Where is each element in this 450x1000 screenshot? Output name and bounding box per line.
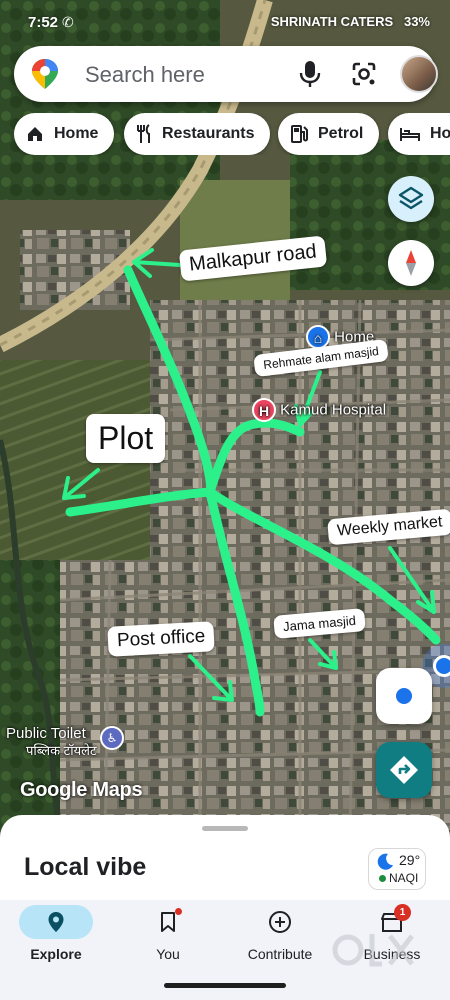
clock: 7:52 [28,14,59,31]
nav-you[interactable]: You [112,900,224,980]
gesture-home-bar[interactable] [164,983,286,988]
sheet-drag-handle[interactable] [202,826,248,831]
annotation-post-office: Post office [107,621,216,657]
chip-restaurants[interactable]: Restaurants [124,113,271,155]
olx-watermark [332,934,414,967]
annotation-plot: Plot [86,414,166,463]
hospital-icon: H [252,398,276,422]
temperature: 29° [399,852,421,868]
add-circle-icon [269,911,291,933]
category-chips: Home Restaurants Petrol Hot [14,113,450,155]
nav-explore[interactable]: Explore [0,900,112,980]
fuel-pump-icon [291,125,308,143]
place-label-hindi: पब्लिक टॉयलेट [26,743,97,758]
chip-label: Hot [430,125,450,142]
moon-icon [377,853,393,870]
search-input[interactable]: Search here [85,62,205,88]
layers-icon [398,186,424,210]
bed-icon [400,128,420,141]
nav-label: You [156,946,180,962]
place-hospital[interactable]: H Kamud Hospital [252,398,386,422]
layers-button[interactable] [388,176,434,222]
local-vibe-sheet[interactable]: Local vibe 29° NAQI [0,815,450,905]
search-bar[interactable]: Search here [14,46,438,102]
notification-text: SHRINATH CATERS [270,14,394,29]
compass-button[interactable] [388,240,434,286]
location-pin-icon [48,912,64,932]
compass-icon [406,250,416,276]
chip-hotels[interactable]: Hot [388,113,450,155]
battery-level: 33% [403,14,430,29]
fork-knife-icon [137,124,150,143]
home-icon [28,127,42,141]
place-public-toilet[interactable]: Public Toilet पब्लिक टॉयलेट [6,725,97,759]
aqi-label: NAQI [389,871,419,885]
chip-petrol[interactable]: Petrol [278,113,380,155]
business-badge: 1 [394,904,411,921]
nav-contribute[interactable]: Contribute [224,900,336,980]
directions-icon [390,756,418,784]
nav-label: Explore [30,946,82,962]
status-icons: SHRINATH CATERS 33% [271,14,430,29]
google-lens-icon[interactable] [350,60,378,88]
google-maps-logo: Google Maps [20,779,143,801]
restroom-icon[interactable]: ♿ [100,726,124,750]
place-label: Public Toilet [6,725,86,742]
chip-home[interactable]: Home [14,113,115,155]
my-location-button[interactable] [376,668,432,724]
microphone-icon[interactable] [296,59,324,89]
whatsapp-icon: ✆ [62,14,74,30]
status-bar: 7:52 ✆ SHRINATH CATERS 33% [0,0,450,42]
aqi-status-dot [379,875,386,882]
google-maps-pin-icon [32,59,58,89]
notification-dot [175,908,182,915]
chip-label: Petrol [318,125,364,142]
place-label: Kamud Hospital [280,401,387,419]
my-location-icon [396,688,412,704]
nav-label: Contribute [247,946,313,962]
google-maps-screen: 7:52 ✆ SHRINATH CATERS 33% Search here H… [0,0,450,1000]
satellite-map[interactable]: 7:52 ✆ SHRINATH CATERS 33% Search here H… [0,0,450,830]
chip-label: Home [54,125,99,142]
weather-badge[interactable]: 29° NAQI [368,848,426,890]
directions-button[interactable] [376,742,432,798]
chip-label: Restaurants [162,125,255,142]
avatar[interactable] [400,55,438,93]
sheet-title: Local vibe [24,853,147,881]
